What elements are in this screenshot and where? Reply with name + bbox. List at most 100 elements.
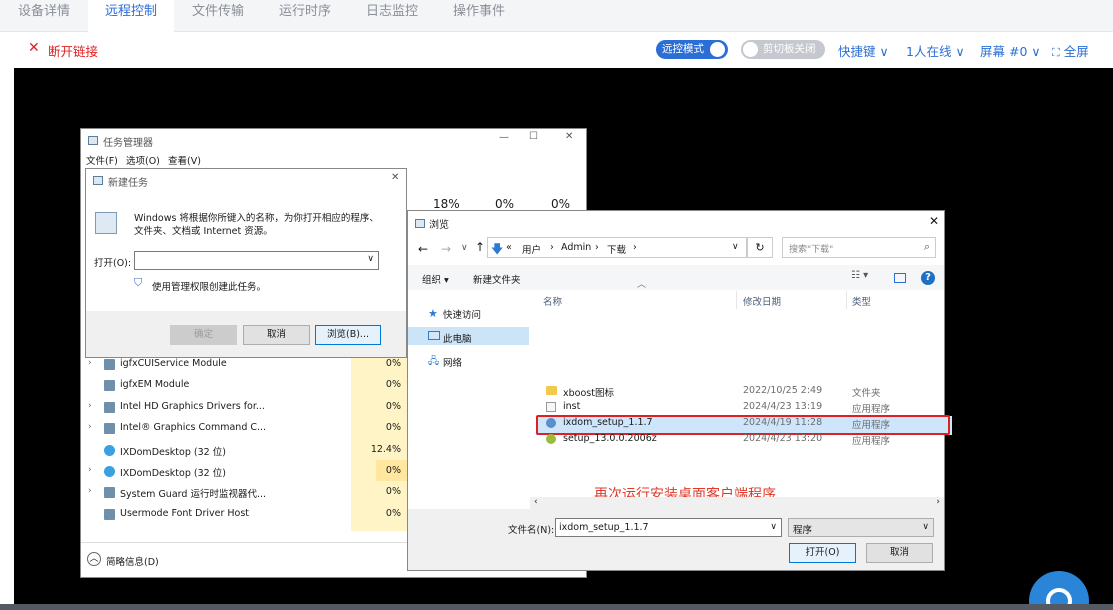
help-icon[interactable]: ? [921, 271, 935, 285]
shortcut-menu[interactable]: 快捷键 ∨ [838, 41, 889, 60]
file-row[interactable]: inst 2024/4/23 13:19 应用程序 [538, 399, 942, 415]
toggle-knob [710, 42, 725, 57]
process-row[interactable]: › Intel® Graphics Command C... 0% [81, 418, 407, 439]
cpu-header[interactable]: 18% [433, 197, 460, 211]
file-name: xboost图标 [563, 388, 614, 399]
disconnect-label: 断开链接 [48, 44, 99, 59]
back-icon[interactable]: ← [418, 242, 428, 256]
organize-menu[interactable]: 组织 ▾ [422, 272, 449, 286]
process-row[interactable]: IXDomDesktop (32 位) 12.4% [81, 440, 407, 461]
process-row[interactable]: › IXDomDesktop (32 位) 0% [81, 461, 407, 482]
chevron-down-icon[interactable]: ∨ [367, 254, 374, 264]
tab-file-transfer[interactable]: 文件传输 [174, 0, 262, 32]
chevron-down-icon[interactable]: ∨ [732, 242, 739, 252]
chevron-down-icon[interactable]: ∨ [922, 522, 929, 532]
clipboard-toggle[interactable]: 剪切板关闭 [741, 40, 825, 59]
search-input[interactable]: 搜索"下载" ⌕ [782, 237, 936, 258]
summary-toggle[interactable]: 简略信息(D) [106, 554, 159, 568]
window-title: 任务管理器 [103, 138, 153, 149]
screen-select[interactable]: 屏幕 #0 ∨ [980, 41, 1041, 60]
file-type: 应用程序 [852, 420, 891, 431]
tab-log-monitor[interactable]: 日志监控 [348, 0, 436, 32]
file-type: 应用程序 [852, 404, 891, 415]
cancel-button[interactable]: 取消 [866, 543, 933, 563]
search-icon[interactable]: ⌕ [924, 240, 930, 254]
header-type[interactable]: 类型 [852, 294, 871, 308]
tab-operation-events[interactable]: 操作事件 [436, 0, 522, 32]
file-name: inst [563, 401, 581, 412]
filetype-select[interactable]: 程序 ∨ [788, 518, 934, 537]
menu-options[interactable]: 选项(O) [126, 153, 160, 167]
memory-header[interactable]: 0% [495, 197, 514, 211]
process-row[interactable]: igfxEM Module 0% [81, 375, 407, 396]
nav-this-pc[interactable]: 此电脑 [443, 331, 472, 345]
process-row[interactable]: › System Guard 运行时监视器代... 0% [81, 482, 407, 503]
process-cpu: 0% [385, 486, 401, 498]
disk-header[interactable]: 0% [551, 197, 570, 211]
close-icon[interactable]: ✕ [929, 214, 939, 228]
browse-button[interactable]: 浏览(B)... [315, 325, 381, 345]
file-date: 2024/4/23 13:19 [743, 401, 823, 412]
chevron-right-icon[interactable]: › [88, 422, 92, 432]
ok-button[interactable]: 确定 [170, 325, 237, 345]
process-name: IXDomDesktop (32 位) [120, 446, 226, 458]
menu-file[interactable]: 文件(F) [86, 153, 118, 167]
nav-quick-access[interactable]: 快速访问 [443, 307, 481, 321]
process-cpu: 0% [385, 379, 401, 391]
chevron-right-icon: › [550, 242, 554, 253]
online-users-menu[interactable]: 1人在线 ∨ [906, 41, 965, 60]
close-icon[interactable]: ✕ [565, 131, 573, 142]
header-date[interactable]: 修改日期 [743, 294, 781, 308]
forward-icon[interactable]: → [441, 242, 451, 256]
process-row[interactable]: Usermode Font Driver Host 0% [81, 504, 407, 525]
floating-assistant-button[interactable] [1029, 571, 1089, 604]
tab-run-timeline[interactable]: 运行时序 [262, 0, 348, 32]
sort-chevron-icon: ︿ [637, 280, 647, 290]
chevron-right-icon[interactable]: › [88, 486, 92, 496]
expand-icon: ⛶ [1052, 46, 1060, 59]
nav-network[interactable]: 网络 [443, 355, 462, 369]
chevron-right-icon[interactable]: › [88, 358, 92, 368]
open-input[interactable]: ∨ [134, 251, 379, 270]
remote-mode-toggle[interactable]: 远控模式 [656, 40, 728, 59]
menu-view[interactable]: 查看(V) [168, 153, 201, 167]
tab-remote-control[interactable]: 远程控制 [88, 0, 174, 33]
maximize-icon[interactable]: ☐ [529, 131, 538, 142]
clipboard-label: 剪切板关闭 [763, 43, 816, 55]
up-icon[interactable]: ↑ [475, 240, 485, 254]
tab-device-details[interactable]: 设备详情 [0, 0, 88, 32]
horizontal-scrollbar[interactable]: ‹ › [530, 497, 944, 509]
minimize-icon[interactable]: — [499, 132, 509, 143]
process-name: Usermode Font Driver Host [120, 507, 250, 519]
chevron-up-icon[interactable]: ︿ [87, 552, 101, 566]
file-row[interactable]: setup_13.0.0.2006z 2024/4/23 13:20 应用程序 [538, 431, 942, 447]
chevron-down-icon[interactable]: ∨ [770, 522, 777, 532]
chevron-right-icon[interactable]: › [88, 401, 92, 411]
close-icon[interactable]: ✕ [391, 172, 399, 183]
breadcrumb-users[interactable]: 用户 [522, 242, 541, 256]
view-options-icon[interactable]: ☷ ▾ [851, 270, 868, 281]
fullscreen-button[interactable]: ⛶ 全屏 [1052, 41, 1089, 60]
header-divider [846, 291, 847, 309]
breadcrumb-downloads[interactable]: 下载 [607, 242, 626, 256]
chevron-right-icon[interactable]: › [936, 497, 940, 507]
open-button[interactable]: 打开(O) [789, 543, 856, 563]
breadcrumb-sep-icon: « [506, 242, 512, 253]
file-row[interactable]: xboost图标 2022/10/25 2:49 文件夹 [538, 383, 942, 399]
filetype-value: 程序 [793, 525, 813, 536]
process-row[interactable]: › Intel HD Graphics Drivers for... 0% [81, 397, 407, 418]
filename-input[interactable]: ixdom_setup_1.1.7 ∨ [555, 518, 782, 537]
chevron-down-icon[interactable]: ∨ [461, 243, 468, 253]
file-row[interactable]: ixdom_setup_1.1.7 2024/4/19 11:28 应用程序 [538, 415, 942, 431]
folder-icon [546, 386, 557, 395]
preview-pane-icon[interactable] [894, 273, 906, 283]
refresh-icon[interactable]: ↻ [747, 237, 773, 258]
chevron-left-icon[interactable]: ‹ [534, 497, 538, 507]
breadcrumb-admin[interactable]: Admin [561, 242, 591, 253]
cancel-button[interactable]: 取消 [243, 325, 310, 345]
new-folder-button[interactable]: 新建文件夹 [473, 272, 521, 286]
header-name[interactable]: 名称 [543, 294, 562, 308]
chevron-right-icon[interactable]: › [88, 465, 92, 475]
address-bar[interactable]: 🡇 « 用户 › Admin › 下载 › ∨ [487, 237, 747, 258]
remote-screen[interactable]: 任务管理器 — ☐ ✕ 文件(F) 选项(O) 查看(V) 18% 0% 0% … [14, 68, 1113, 604]
